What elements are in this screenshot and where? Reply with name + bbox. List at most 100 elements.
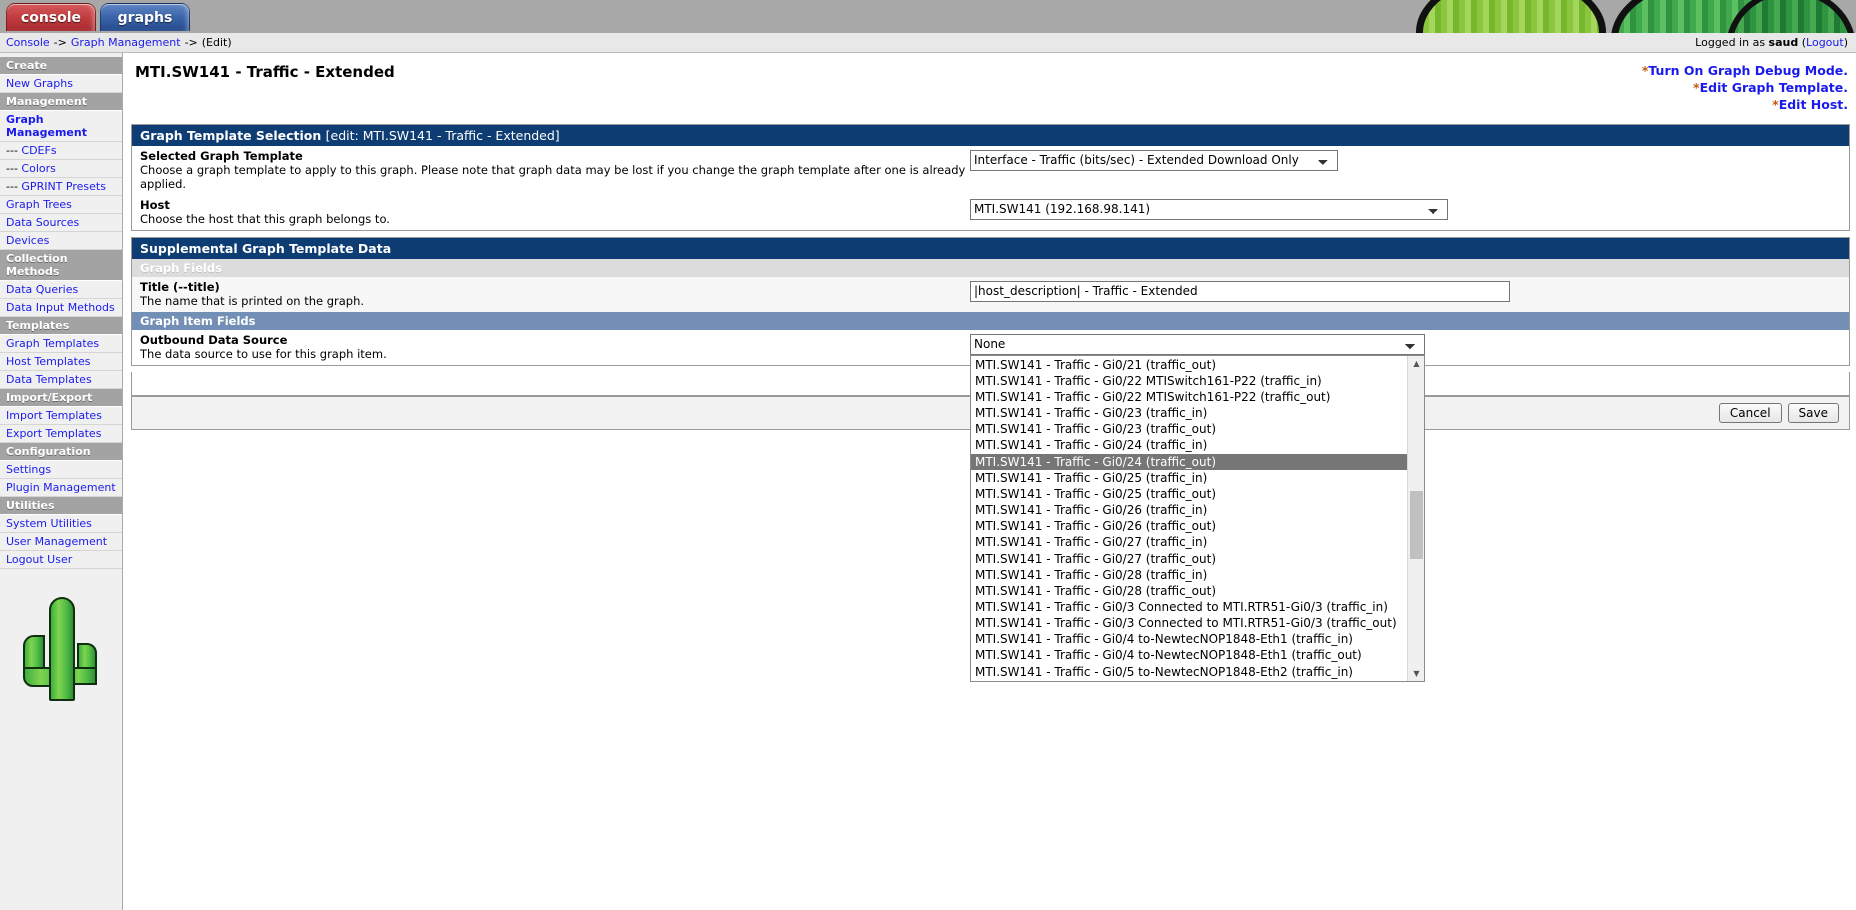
sidebar-item-cdefs[interactable]: --- CDEFs: [0, 142, 122, 160]
cactus-trunk-icon: [49, 597, 75, 701]
action-debug-mode-row: *Turn On Graph Debug Mode.: [1642, 63, 1848, 80]
sidebar-item-label: CDEFs: [21, 144, 57, 157]
dropdown-option[interactable]: MTI.SW141 - Traffic - Gi0/5 to-NewtecNOP…: [971, 664, 1407, 680]
sidebar: Create New Graphs Management Graph Manag…: [0, 53, 123, 910]
sidebar-item-data-sources[interactable]: Data Sources: [0, 214, 122, 232]
sidebar-item-graph-templates[interactable]: Graph Templates: [0, 335, 122, 353]
sidebar-header-import-export: Import/Export: [0, 389, 122, 407]
tab-console[interactable]: console: [6, 3, 96, 31]
scroll-up-arrow-icon[interactable]: ▲: [1408, 356, 1425, 371]
sidebar-header-create: Create: [0, 57, 122, 75]
breadcrumb: Console -> Graph Management -> (Edit): [6, 36, 232, 49]
sidebar-section-collection-methods: Collection Methods Data Queries Data Inp…: [0, 250, 122, 317]
sidebar-item-system-utilities[interactable]: System Utilities: [0, 515, 122, 533]
dropdown-scrollbar[interactable]: ▲ ▼: [1407, 355, 1425, 681]
breadcrumb-separator-2: ->: [184, 36, 198, 49]
dropdown-option[interactable]: MTI.SW141 - Traffic - Gi0/26 (traffic_ou…: [971, 518, 1407, 534]
breadcrumb-graph-management[interactable]: Graph Management: [71, 36, 181, 49]
page-layout: Create New Graphs Management Graph Manag…: [0, 53, 1856, 910]
sidebar-item-graph-management[interactable]: Graph Management: [0, 111, 122, 142]
sidebar-header-management: Management: [0, 93, 122, 111]
sidebar-item-devices[interactable]: Devices: [0, 232, 122, 250]
host-label: Host: [140, 197, 170, 212]
sidebar-item-label: Colors: [21, 162, 56, 175]
breadcrumb-console[interactable]: Console: [6, 36, 50, 49]
sidebar-item-graph-trees[interactable]: Graph Trees: [0, 196, 122, 214]
sidebar-item-data-queries[interactable]: Data Queries: [0, 281, 122, 299]
sidebar-item-logout-user[interactable]: Logout User: [0, 551, 122, 569]
action-edit-template-row: *Edit Graph Template.: [1642, 80, 1848, 97]
dropdown-option[interactable]: MTI.SW141 - Traffic - Gi0/22 MTISwitch16…: [971, 389, 1407, 405]
selected-graph-template-control: Interface - Traffic (bits/sec) - Extende…: [970, 149, 1841, 171]
dropdown-option[interactable]: MTI.SW141 - Traffic - Gi0/4 to-NewtecNOP…: [971, 647, 1407, 663]
selected-graph-template-row: Selected Graph Template Choose a graph t…: [132, 145, 1849, 195]
sidebar-item-settings[interactable]: Settings: [0, 461, 122, 479]
graph-template-select[interactable]: Interface - Traffic (bits/sec) - Extende…: [970, 149, 1338, 171]
dropdown-option[interactable]: MTI.SW141 - Traffic - Gi0/25 (traffic_in…: [971, 470, 1407, 486]
dropdown-option[interactable]: MTI.SW141 - Traffic - Gi0/26 (traffic_in…: [971, 502, 1407, 518]
tab-graphs[interactable]: graphs: [100, 3, 190, 31]
sidebar-item-data-templates[interactable]: Data Templates: [0, 371, 122, 389]
dropdown-options-container[interactable]: MTI.SW141 - Traffic - Gi0/21 (traffic_ou…: [971, 356, 1407, 681]
sidebar-item-plugin-management[interactable]: Plugin Management: [0, 479, 122, 497]
graph-template-selection-title: Graph Template Selection [edit: MTI.SW14…: [132, 124, 1849, 146]
selected-graph-template-desc: Selected Graph Template Choose a graph t…: [140, 149, 970, 191]
dropdown-option[interactable]: MTI.SW141 - Traffic - Gi0/3 Connected to…: [971, 599, 1407, 615]
sidebar-dash-prefix: ---: [6, 144, 22, 157]
graph-template-selection-panel: Graph Template Selection [edit: MTI.SW14…: [131, 123, 1850, 231]
turn-on-graph-debug-mode-link[interactable]: Turn On Graph Debug Mode.: [1648, 63, 1848, 78]
sidebar-item-colors[interactable]: --- Colors: [0, 160, 122, 178]
host-select[interactable]: MTI.SW141 (192.168.98.141): [970, 198, 1448, 220]
edit-graph-template-link[interactable]: Edit Graph Template.: [1700, 80, 1848, 95]
sidebar-item-host-templates[interactable]: Host Templates: [0, 353, 122, 371]
dropdown-option[interactable]: MTI.SW141 - Traffic - Gi0/28 (traffic_in…: [971, 567, 1407, 583]
logout-paren-close: ): [1843, 36, 1848, 49]
dropdown-option[interactable]: MTI.SW141 - Traffic - Gi0/25 (traffic_ou…: [971, 486, 1407, 502]
cancel-button[interactable]: Cancel: [1718, 402, 1782, 423]
outbound-data-source-control: None MTI.SW141 - Traffic - Gi0/21 (traff…: [970, 333, 1841, 682]
dropdown-option[interactable]: MTI.SW141 - Traffic - Gi0/27 (traffic_in…: [971, 534, 1407, 550]
dropdown-option[interactable]: MTI.SW141 - Traffic - Gi0/21 (traffic_ou…: [971, 357, 1407, 373]
dropdown-option[interactable]: MTI.SW141 - Traffic - Gi0/23 (traffic_in…: [971, 405, 1407, 421]
logout-link[interactable]: Logout: [1806, 36, 1844, 49]
title-field-label: Title (--title): [140, 279, 220, 294]
cactus-logo-icon: [11, 591, 111, 701]
host-row: Host Choose the host that this graph bel…: [132, 194, 1849, 230]
sidebar-section-utilities: Utilities System Utilities User Manageme…: [0, 497, 122, 569]
dropdown-option[interactable]: MTI.SW141 - Traffic - Gi0/23 (traffic_ou…: [971, 421, 1407, 437]
dropdown-option[interactable]: MTI.SW141 - Traffic - Gi0/4 to-NewtecNOP…: [971, 631, 1407, 647]
page-action-links: *Turn On Graph Debug Mode. *Edit Graph T…: [1642, 63, 1848, 114]
save-button[interactable]: Save: [1787, 402, 1839, 423]
outbound-data-source-dropdown-list[interactable]: MTI.SW141 - Traffic - Gi0/21 (traffic_ou…: [970, 354, 1425, 682]
sidebar-item-label: GPRINT Presets: [21, 180, 106, 193]
panel-title-subtitle: [edit: MTI.SW141 - Traffic - Extended]: [325, 127, 560, 143]
sidebar-item-gprint-presets[interactable]: --- GPRINT Presets: [0, 178, 122, 196]
sidebar-item-user-management[interactable]: User Management: [0, 533, 122, 551]
graph-title-input[interactable]: [970, 280, 1510, 302]
sidebar-header-configuration: Configuration: [0, 443, 122, 461]
dropdown-option[interactable]: MTI.SW141 - Traffic - Gi0/22 MTISwitch16…: [971, 373, 1407, 389]
sidebar-item-import-templates[interactable]: Import Templates: [0, 407, 122, 425]
dropdown-scrollbar-thumb[interactable]: [1410, 490, 1423, 559]
dropdown-option[interactable]: MTI.SW141 - Traffic - Gi0/24 (traffic_in…: [971, 437, 1407, 453]
breadcrumb-separator-1: ->: [53, 36, 67, 49]
sidebar-item-new-graphs[interactable]: New Graphs: [0, 75, 122, 93]
edit-host-link[interactable]: Edit Host.: [1779, 97, 1848, 112]
title-field-row: Title (--title) The name that is printed…: [132, 276, 1849, 312]
dropdown-option[interactable]: MTI.SW141 - Traffic - Gi0/28 (traffic_ou…: [971, 583, 1407, 599]
logged-in-user: saud: [1768, 36, 1799, 49]
sidebar-item-data-input-methods[interactable]: Data Input Methods: [0, 299, 122, 317]
cacti-banner-graphic: [1396, 0, 1856, 33]
top-banner: console graphs: [0, 0, 1856, 33]
dropdown-option[interactable]: MTI.SW141 - Traffic - Gi0/27 (traffic_ou…: [971, 551, 1407, 567]
sidebar-section-templates: Templates Graph Templates Host Templates…: [0, 317, 122, 389]
graph-fields-subheader: Graph Fields: [132, 258, 1849, 277]
dropdown-option[interactable]: MTI.SW141 - Traffic - Gi0/3 Connected to…: [971, 615, 1407, 631]
sidebar-section-create: Create New Graphs: [0, 57, 122, 93]
page-header: MTI.SW141 - Traffic - Extended *Turn On …: [131, 59, 1850, 124]
scroll-down-arrow-icon[interactable]: ▼: [1408, 666, 1425, 681]
outbound-data-source-select[interactable]: None: [970, 333, 1425, 355]
sidebar-item-export-templates[interactable]: Export Templates: [0, 425, 122, 443]
dropdown-option[interactable]: MTI.SW141 - Traffic - Gi0/24 (traffic_ou…: [971, 453, 1407, 470]
sidebar-section-import-export: Import/Export Import Templates Export Te…: [0, 389, 122, 443]
